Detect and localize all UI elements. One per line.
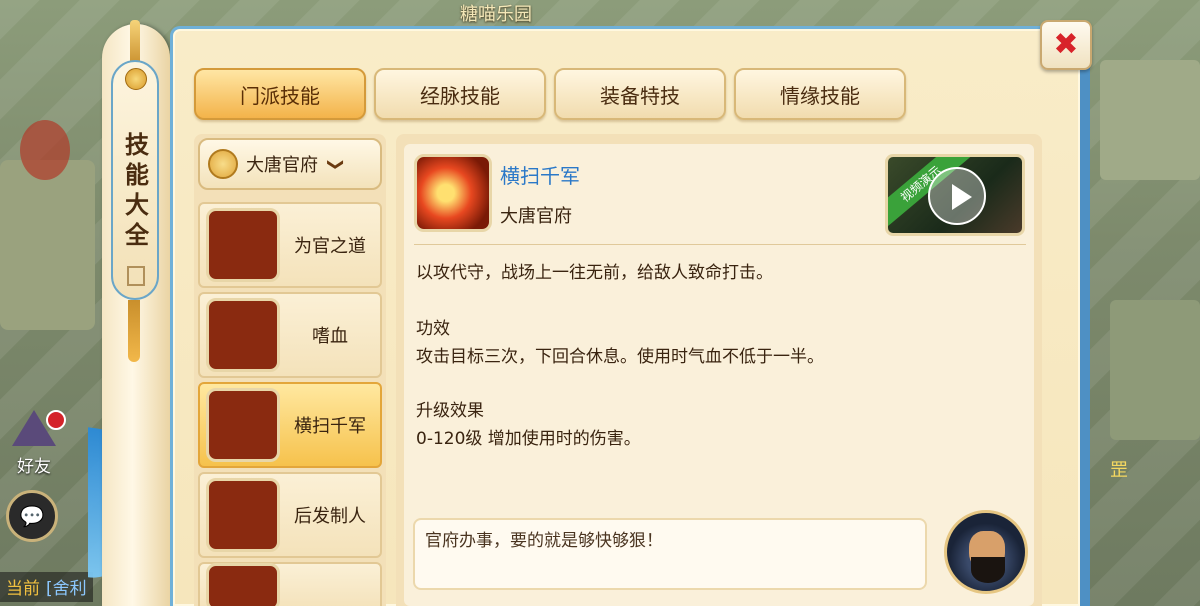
npc-avatar xyxy=(944,510,1028,594)
skill-name: 横扫千军 xyxy=(500,164,580,188)
school-badge-icon xyxy=(208,149,238,179)
video-demo-button[interactable]: 视频演示 xyxy=(885,154,1025,236)
skill-intro: 以攻代守，战场上一往无前，给敌人致命打击。 xyxy=(416,263,773,283)
skill-item-official-way[interactable]: 为官之道 xyxy=(198,202,382,288)
chat-bubble-icon: 💬 xyxy=(19,504,45,528)
chat-line[interactable]: 当前 [舍利 xyxy=(0,572,93,602)
chat-sender: [舍利 xyxy=(46,579,87,599)
page-title: 技能大全 xyxy=(120,132,149,252)
skill-item-label: 为官之道 xyxy=(294,236,366,257)
close-button[interactable]: ✖ xyxy=(1040,20,1092,70)
skill-item-counter-strike[interactable]: 后发制人 xyxy=(198,472,382,558)
scene-location-label: 糖喵乐园 xyxy=(460,4,532,25)
divider xyxy=(414,244,1026,245)
official-way-icon xyxy=(206,208,280,282)
skill-item-label: 嗜血 xyxy=(312,326,348,347)
scene-npc-name: 罡 xyxy=(1110,460,1128,481)
effect-text: 攻击目标三次，下回合休息。使用时气血不低于一半。 xyxy=(416,347,824,367)
upgrade-text: 0-120级 增加使用时的伤害。 xyxy=(416,429,641,449)
coin-icon xyxy=(125,68,147,90)
scene-building xyxy=(1100,60,1200,180)
seal-icon xyxy=(127,266,145,286)
npc-beard xyxy=(971,557,1005,583)
chat-channel-current: 当前 xyxy=(6,579,40,599)
scene-building xyxy=(0,160,95,330)
tab-bond-skills[interactable]: 情缘技能 xyxy=(734,68,906,120)
scene-lantern xyxy=(20,120,70,180)
effect-heading: 功效 xyxy=(416,319,450,339)
close-icon: ✖ xyxy=(1053,27,1079,62)
friends-label: 好友 xyxy=(17,457,51,477)
skill-item-label: 横扫千军 xyxy=(294,416,366,437)
friends-button[interactable]: 好友 xyxy=(6,410,66,480)
play-icon xyxy=(928,167,986,225)
npc-quote: 官府办事，要的就是够快够狠！ xyxy=(413,518,927,590)
skill-school: 大唐官府 xyxy=(500,206,572,227)
tassel-bottom xyxy=(128,300,140,362)
skill-item-label: 后发制人 xyxy=(294,506,366,527)
sweep-army-icon xyxy=(414,154,492,232)
tab-equipment-skills[interactable]: 装备特技 xyxy=(554,68,726,120)
skill-item-partial[interactable] xyxy=(198,562,382,606)
school-dropdown[interactable]: 大唐官府 ❯ xyxy=(198,138,382,190)
school-dropdown-value: 大唐官府 xyxy=(246,155,318,176)
tab-school-skills[interactable]: 门派技能 xyxy=(194,68,366,120)
tab-meridian-skills[interactable]: 经脉技能 xyxy=(374,68,546,120)
sweep-army-icon xyxy=(206,388,280,462)
skill-item-bloodthirst[interactable]: 嗜血 xyxy=(198,292,382,378)
counter-strike-icon xyxy=(206,478,280,552)
chat-button[interactable]: 💬 xyxy=(6,490,58,542)
bloodthirst-icon xyxy=(206,298,280,372)
scroll-title-tag: 技能大全 xyxy=(111,60,159,300)
chevron-down-icon: ❯ xyxy=(327,157,347,171)
notification-dot xyxy=(46,410,66,430)
scene-building xyxy=(1110,300,1200,440)
skill-item-sweep-army[interactable]: 横扫千军 xyxy=(198,382,382,468)
skill-partial-icon xyxy=(206,563,280,606)
upgrade-heading: 升级效果 xyxy=(416,401,484,421)
